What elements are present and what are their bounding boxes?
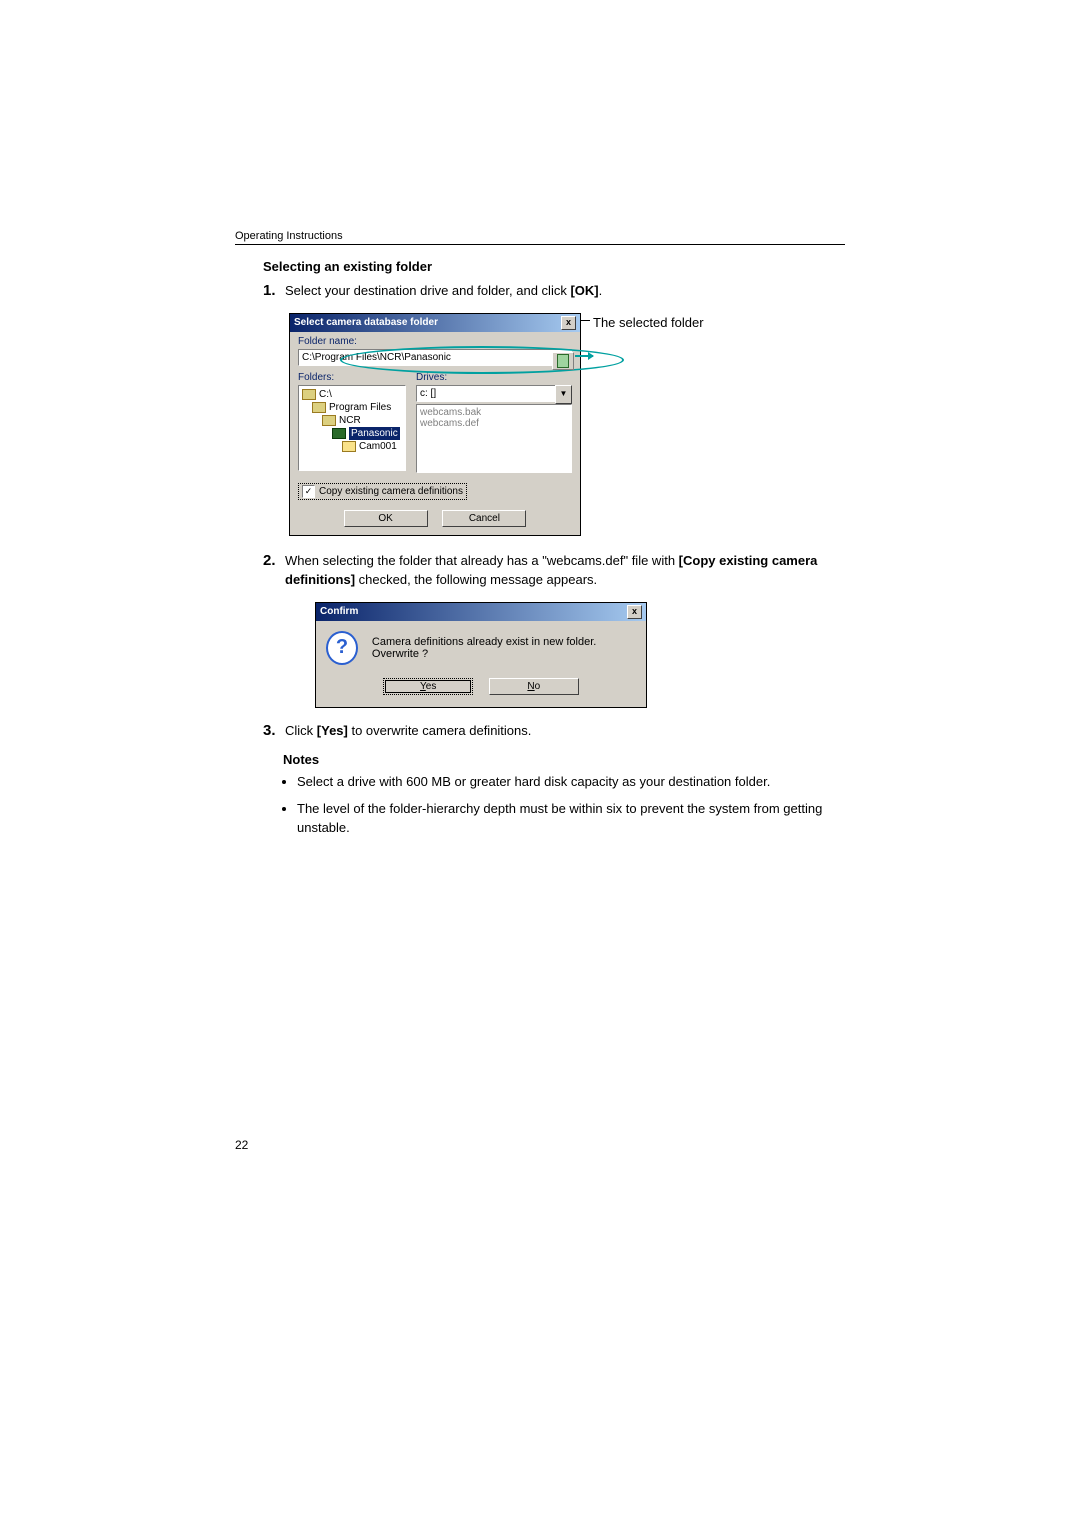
tree-c: C:\ — [319, 388, 332, 401]
folder-selected-icon — [332, 428, 346, 439]
step2-post: checked, the following message appears. — [355, 572, 597, 587]
copy-definitions-checkbox[interactable]: ✓ Copy existing camera definitions — [298, 483, 467, 500]
page-content: Operating Instructions Selecting an exis… — [235, 230, 845, 1152]
dialog1-title: Select camera database folder — [294, 317, 438, 328]
folder-open-icon — [302, 389, 316, 400]
note-item: The level of the folder-hierarchy depth … — [297, 800, 845, 838]
file-row: webcams.bak — [420, 407, 568, 418]
ok-button[interactable]: OK — [344, 510, 428, 527]
running-head: Operating Instructions — [235, 230, 845, 242]
select-folder-dialog: Select camera database folder x Folder n… — [289, 313, 581, 536]
header-rule — [235, 244, 845, 245]
drive-select[interactable]: ▼ — [416, 385, 572, 402]
step-2: 2. When selecting the folder that alread… — [263, 552, 845, 590]
folders-label: Folders: — [298, 372, 406, 383]
step3-pre: Click — [285, 723, 317, 738]
step3-bold: [Yes] — [317, 723, 348, 738]
folder-open-icon — [312, 402, 326, 413]
step-number: 2. — [263, 552, 281, 590]
tree-cam001: Cam001 — [359, 440, 397, 453]
step3-post: to overwrite camera definitions. — [348, 723, 532, 738]
folder-icon — [342, 441, 356, 452]
confirm-dialog: Confirm x ? Camera definitions already e… — [315, 602, 647, 708]
step-1: 1. Select your destination drive and fol… — [263, 282, 845, 301]
folder-tree[interactable]: C:\ Program Files NCR Panasonic Cam001 — [298, 385, 406, 471]
step-text: Select your destination drive and folder… — [285, 282, 845, 301]
page-number: 22 — [235, 1138, 845, 1152]
step1-bold: [OK] — [570, 283, 598, 298]
chevron-down-icon[interactable]: ▼ — [555, 385, 572, 404]
tree-panasonic: Panasonic — [349, 427, 400, 440]
folder-name-label: Folder name: — [298, 336, 572, 349]
section-title: Selecting an existing folder — [263, 259, 845, 274]
note-item: Select a drive with 600 MB or greater ha… — [297, 773, 845, 792]
file-list: webcams.bak webcams.def — [416, 404, 572, 473]
close-icon[interactable]: x — [627, 605, 642, 619]
question-icon: ? — [326, 631, 358, 665]
notes-list: Select a drive with 600 MB or greater ha… — [297, 773, 845, 838]
close-icon[interactable]: x — [561, 316, 576, 330]
confirm-message: Camera definitions already exist in new … — [372, 636, 636, 660]
notes-heading: Notes — [283, 752, 845, 767]
yes-button[interactable]: Yes — [383, 678, 473, 695]
step-number: 1. — [263, 282, 281, 301]
checkbox-icon[interactable]: ✓ — [302, 485, 315, 498]
dialog1-wrapper: Select camera database folder x Folder n… — [289, 313, 845, 536]
step-3: 3. Click [Yes] to overwrite camera defin… — [263, 722, 845, 741]
folder-open-icon — [322, 415, 336, 426]
dialog2-titlebar: Confirm x — [316, 603, 646, 621]
step-text: Click [Yes] to overwrite camera definiti… — [285, 722, 845, 741]
step-number: 3. — [263, 722, 281, 741]
dialog2-title: Confirm — [320, 606, 358, 617]
step-text: When selecting the folder that already h… — [285, 552, 845, 590]
callout-selected-folder: The selected folder — [593, 313, 704, 330]
file-row: webcams.def — [420, 418, 568, 429]
step2-pre: When selecting the folder that already h… — [285, 553, 679, 568]
database-icon[interactable] — [552, 352, 574, 370]
folder-name-input[interactable] — [298, 349, 572, 366]
cancel-button[interactable]: Cancel — [442, 510, 526, 527]
drives-label: Drives: — [416, 372, 572, 383]
drive-value[interactable] — [416, 385, 555, 402]
tree-ncr: NCR — [339, 414, 361, 427]
dialog1-titlebar: Select camera database folder x — [290, 314, 580, 332]
step1-pre: Select your destination drive and folder… — [285, 283, 570, 298]
tree-pf: Program Files — [329, 401, 391, 414]
step1-post: . — [599, 283, 603, 298]
copy-definitions-label: Copy existing camera definitions — [319, 486, 463, 497]
no-button[interactable]: No — [489, 678, 579, 695]
